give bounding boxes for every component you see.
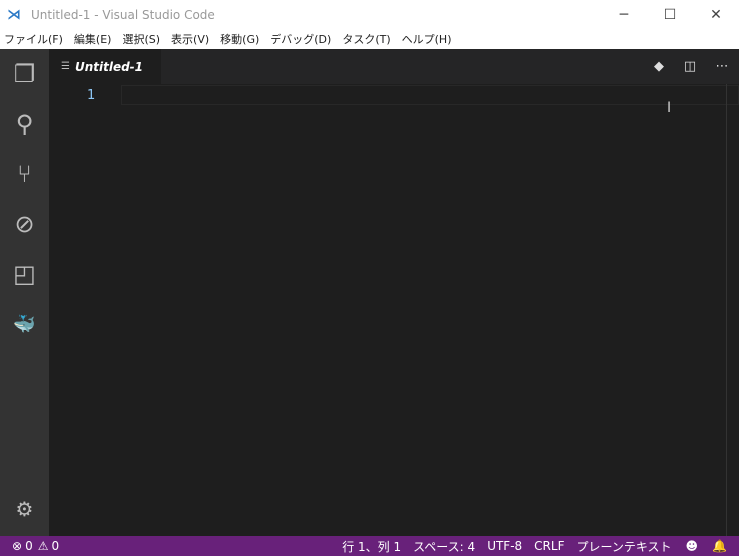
vscode-logo-icon: ⋊: [7, 6, 21, 23]
warning-count[interactable]: 0: [51, 539, 59, 553]
source-control-icon[interactable]: ⑂: [0, 154, 49, 194]
language-mode[interactable]: プレーンテキスト: [576, 538, 671, 555]
window-title: Untitled-1 - Visual Studio Code: [31, 7, 215, 22]
feedback-smiley-icon[interactable]: ☻: [686, 539, 699, 553]
menu-edit[interactable]: 編集(E): [74, 31, 112, 47]
file-lines-icon: ☰: [61, 61, 70, 72]
split-editor-icon[interactable]: ◫: [676, 49, 704, 84]
more-actions-icon[interactable]: ⋯: [708, 49, 736, 84]
tab-untitled-1[interactable]: ☰ Untitled-1: [49, 49, 161, 84]
menu-go[interactable]: 移動(G): [220, 31, 259, 47]
indentation[interactable]: スペース: 4: [413, 538, 475, 555]
menu-bar: ファイル(F) 編集(E) 選択(S) 表示(V) 移動(G) デバッグ(D) …: [0, 29, 739, 49]
warning-icon[interactable]: ⚠: [38, 539, 49, 553]
open-changes-icon[interactable]: ◆: [645, 49, 673, 84]
text-cursor-icon: I: [667, 100, 672, 116]
editor[interactable]: 1 I: [49, 84, 739, 536]
status-bar: ⊗ 0 ⚠ 0 行 1、列 1 スペース: 4 UTF-8 CRLF プレーンテ…: [0, 536, 739, 556]
menu-tasks[interactable]: タスク(T): [342, 31, 390, 47]
gear-icon[interactable]: ⚙: [0, 489, 49, 529]
menu-debug[interactable]: デバッグ(D): [270, 31, 331, 47]
docker-icon[interactable]: 🐳: [0, 304, 49, 344]
notifications-bell-icon[interactable]: 🔔: [712, 539, 727, 553]
activity-bar: ❐ ⚲ ⑂ ⊘ ◰ 🐳 ⚙: [0, 49, 49, 536]
extensions-icon[interactable]: ◰: [0, 254, 49, 294]
cursor-position[interactable]: 行 1、列 1: [342, 538, 401, 555]
menu-selection[interactable]: 選択(S): [122, 31, 160, 47]
encoding[interactable]: UTF-8: [487, 539, 522, 553]
menu-view[interactable]: 表示(V): [171, 31, 209, 47]
error-icon[interactable]: ⊗: [12, 539, 22, 553]
tab-bar: ☰ Untitled-1 ◆ ◫ ⋯: [49, 49, 739, 84]
line-number: 1: [87, 88, 96, 103]
scrollbar[interactable]: [726, 84, 727, 536]
debug-icon[interactable]: ⊘: [0, 204, 49, 244]
maximize-button[interactable]: ☐: [647, 0, 693, 29]
tab-label: Untitled-1: [74, 59, 144, 74]
line-ending[interactable]: CRLF: [534, 539, 564, 553]
menu-help[interactable]: ヘルプ(H): [402, 31, 452, 47]
search-icon[interactable]: ⚲: [0, 104, 49, 144]
menu-file[interactable]: ファイル(F): [4, 31, 63, 47]
minimize-button[interactable]: ─: [601, 0, 647, 29]
close-button[interactable]: ✕: [693, 0, 739, 29]
current-line-highlight: [121, 85, 739, 105]
error-count[interactable]: 0: [25, 539, 33, 553]
explorer-icon[interactable]: ❐: [0, 54, 49, 94]
